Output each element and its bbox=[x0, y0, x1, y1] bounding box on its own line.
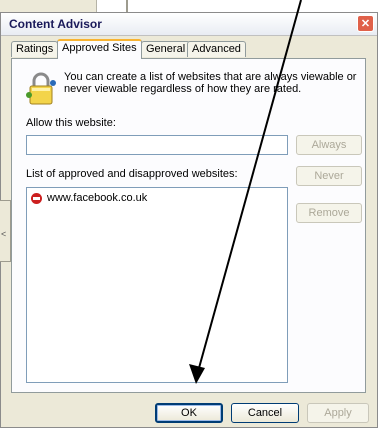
tab-approved-sites[interactable]: Approved Sites bbox=[57, 39, 142, 59]
background-window-side: < bbox=[0, 200, 11, 262]
tab-advanced[interactable]: Advanced bbox=[187, 41, 246, 57]
background-window-edge bbox=[126, 0, 128, 12]
always-button[interactable]: Always bbox=[296, 135, 362, 155]
dialog-title: Content Advisor bbox=[9, 17, 102, 31]
close-icon: ✕ bbox=[360, 18, 371, 30]
close-button[interactable]: ✕ bbox=[357, 15, 374, 32]
title-bar[interactable]: Content Advisor ✕ bbox=[1, 13, 377, 36]
allow-website-input[interactable] bbox=[26, 135, 288, 155]
apply-button[interactable]: Apply bbox=[307, 403, 369, 423]
tab-ratings[interactable]: Ratings bbox=[11, 41, 59, 57]
content-advisor-dialog: Content Advisor ✕ Ratings Approved Sites… bbox=[0, 12, 378, 428]
sites-list[interactable]: www.facebook.co.uk bbox=[26, 187, 288, 383]
tab-general[interactable]: General bbox=[141, 41, 191, 57]
info-text: You can create a list of websites that a… bbox=[64, 71, 357, 95]
site-url: www.facebook.co.uk bbox=[47, 192, 148, 204]
side-mark-icon: < bbox=[1, 229, 7, 239]
remove-button[interactable]: Remove bbox=[296, 203, 362, 223]
allow-website-label: Allow this website: bbox=[26, 117, 116, 129]
ok-button[interactable]: OK bbox=[155, 403, 223, 423]
lock-icon bbox=[26, 72, 56, 105]
never-button[interactable]: Never bbox=[296, 166, 362, 186]
list-item[interactable]: www.facebook.co.uk bbox=[31, 192, 147, 204]
cancel-button[interactable]: Cancel bbox=[231, 403, 299, 423]
deny-icon bbox=[31, 192, 42, 204]
background-window-fragment bbox=[0, 0, 97, 12]
approved-sites-panel: You can create a list of websites that a… bbox=[11, 58, 366, 393]
sites-list-label: List of approved and disapproved website… bbox=[26, 168, 238, 180]
